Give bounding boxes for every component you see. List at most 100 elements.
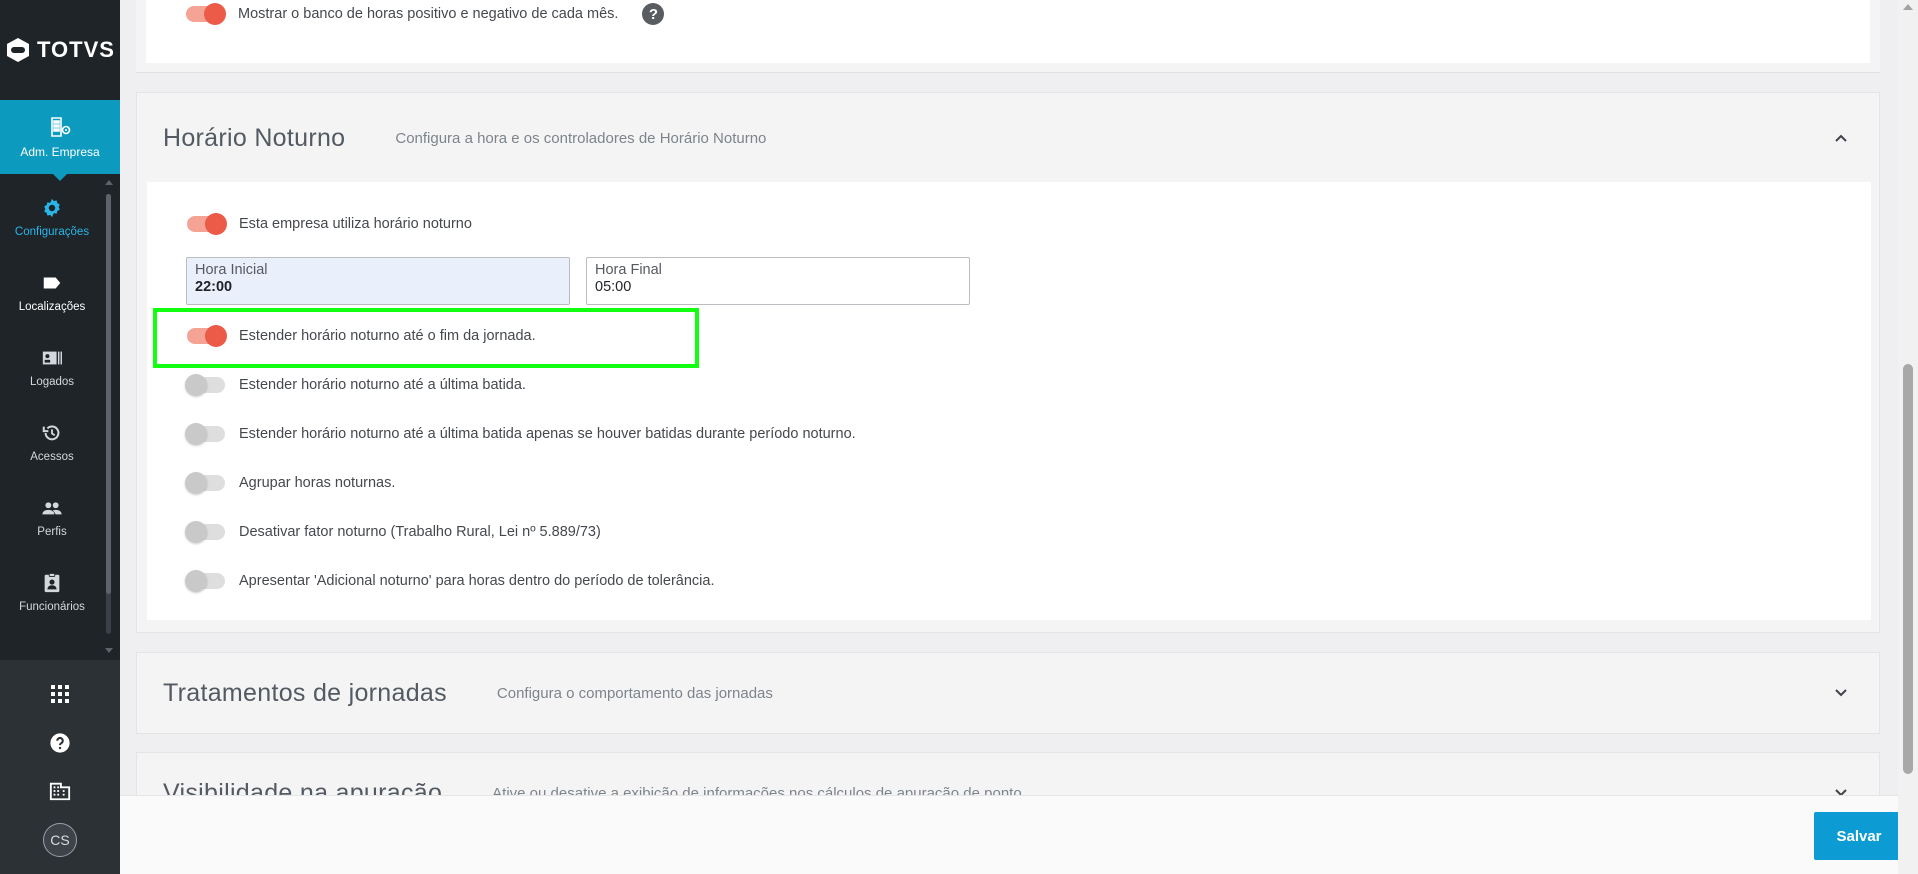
sidebar-item-localizacoes[interactable]: Localizações bbox=[0, 255, 104, 330]
hora-inicial-input[interactable] bbox=[195, 279, 561, 295]
sidebar-item-acessos[interactable]: Acessos bbox=[0, 405, 104, 480]
scroll-down-arrow-icon[interactable] bbox=[105, 648, 113, 653]
toggle-switch[interactable] bbox=[185, 521, 225, 543]
option-label: Apresentar 'Adicional noturno' para hora… bbox=[239, 573, 715, 589]
sidebar-item-label: Funcionários bbox=[19, 601, 85, 613]
section-body: Esta empresa utiliza horário noturno Hor… bbox=[147, 182, 1871, 620]
section-header[interactable]: Horário Noturno Configura a hora e os co… bbox=[137, 93, 1879, 183]
apps-grid-icon bbox=[51, 685, 69, 703]
option-row: Estender horário noturno até a última ba… bbox=[185, 374, 526, 396]
section-subtitle: Ative ou desative a exibição de informaç… bbox=[492, 784, 1022, 796]
company-button[interactable] bbox=[0, 780, 120, 802]
option-row: Desativar fator noturno (Trabalho Rural,… bbox=[185, 521, 601, 543]
sidebar-item-label: Perfis bbox=[37, 526, 67, 538]
people-icon bbox=[42, 502, 62, 515]
totvs-logo-icon bbox=[7, 38, 30, 62]
section-header[interactable]: Visibilidade na apuração Ative ou desati… bbox=[137, 753, 1879, 795]
toggle-switch[interactable] bbox=[187, 325, 227, 347]
sidebar-item-label: Acessos bbox=[30, 451, 74, 463]
section-horario-noturno: Horário Noturno Configura a hora e os co… bbox=[136, 92, 1880, 633]
toggle-knob bbox=[185, 374, 207, 396]
sidebar: TOTVS Adm. Empresa Configurações Localiz… bbox=[0, 0, 120, 874]
option-label: Estender horário noturno até o fim da jo… bbox=[239, 328, 536, 344]
user-menu[interactable]: CS bbox=[0, 823, 120, 857]
toggle-knob bbox=[185, 423, 207, 445]
section-tratamentos-jornadas: Tratamentos de jornadas Configura o comp… bbox=[136, 652, 1880, 734]
option-label: Esta empresa utiliza horário noturno bbox=[239, 216, 472, 232]
toggle-switch[interactable] bbox=[185, 423, 225, 445]
section-header[interactable]: Tratamentos de jornadas Configura o comp… bbox=[137, 653, 1879, 733]
hora-final-field[interactable]: Hora Final bbox=[586, 257, 970, 305]
scroll-thumb[interactable] bbox=[1903, 364, 1913, 774]
main-content: Mostrar o banco de horas positivo e nega… bbox=[120, 0, 1898, 795]
sidebar-item-logados[interactable]: Logados bbox=[0, 330, 104, 405]
option-row: Estender horário noturno até a última ba… bbox=[185, 423, 856, 445]
option-row: Estender horário noturno até o fim da jo… bbox=[187, 325, 536, 347]
chevron-down-icon[interactable] bbox=[1833, 785, 1849, 795]
toggle-switch[interactable] bbox=[185, 374, 225, 396]
scroll-thumb[interactable] bbox=[106, 194, 111, 594]
section-visibilidade-apuracao: Visibilidade na apuração Ative ou desati… bbox=[136, 752, 1880, 795]
toggle-switch[interactable] bbox=[185, 570, 225, 592]
sidebar-item-label: Localizações bbox=[18, 301, 86, 313]
option-row: Apresentar 'Adicional noturno' para hora… bbox=[185, 570, 715, 592]
option-row: Agrupar horas noturnas. bbox=[185, 472, 396, 494]
field-label: Hora Inicial bbox=[195, 262, 268, 278]
help-question-icon[interactable]: ? bbox=[642, 3, 665, 25]
toggle-switch[interactable] bbox=[185, 472, 225, 494]
page-scrollbar[interactable] bbox=[1898, 0, 1918, 874]
toggle-switch[interactable] bbox=[186, 3, 226, 25]
section-subtitle: Configura o comportamento das jornadas bbox=[496, 684, 773, 702]
sidebar-item-funcionarios[interactable]: Funcionários bbox=[0, 555, 104, 630]
sidebar-item-label: Logados bbox=[29, 376, 75, 388]
section-subtitle: Configura a hora e os controladores de H… bbox=[395, 129, 767, 147]
sidebar-item-label: Configurações bbox=[14, 226, 90, 238]
field-label: Hora Final bbox=[595, 262, 662, 278]
scroll-up-arrow-icon[interactable] bbox=[105, 180, 113, 185]
help-circle-icon bbox=[50, 733, 70, 753]
badge-icon bbox=[44, 572, 60, 593]
section-title: Tratamentos de jornadas bbox=[163, 678, 447, 707]
apps-button[interactable] bbox=[0, 685, 120, 703]
hora-final-input[interactable] bbox=[595, 279, 961, 295]
help-button[interactable] bbox=[0, 732, 120, 754]
toggle-switch[interactable] bbox=[187, 213, 227, 235]
totvs-logo[interactable]: TOTVS bbox=[0, 0, 120, 100]
toggle-knob bbox=[204, 3, 226, 25]
section-title: Visibilidade na apuração bbox=[163, 778, 443, 796]
toggle-knob bbox=[205, 213, 227, 235]
chevron-down-icon[interactable] bbox=[1833, 685, 1849, 701]
module-label: Adm. Empresa bbox=[20, 145, 100, 159]
option-row: Esta empresa utiliza horário noturno bbox=[187, 213, 472, 235]
avatar[interactable]: CS bbox=[43, 823, 77, 857]
sidebar-item-configuracoes[interactable]: Configurações bbox=[0, 180, 104, 255]
option-label: Mostrar o banco de horas positivo e nega… bbox=[238, 6, 619, 22]
scroll-up-arrow-icon[interactable] bbox=[1903, 4, 1913, 10]
footer-bar: Salvar bbox=[120, 795, 1918, 874]
tag-icon bbox=[43, 277, 61, 289]
option-label: Desativar fator noturno (Trabalho Rural,… bbox=[239, 524, 601, 540]
toggle-knob bbox=[205, 325, 227, 347]
option-label: Agrupar horas noturnas. bbox=[239, 475, 396, 491]
sidebar-bottom: CS bbox=[0, 660, 120, 874]
toggle-knob bbox=[185, 570, 207, 592]
company-admin-icon bbox=[51, 117, 71, 137]
gear-icon bbox=[44, 198, 60, 218]
option-label: Estender horário noturno até a última ba… bbox=[239, 426, 856, 442]
hora-inicial-field[interactable]: Hora Inicial bbox=[186, 257, 570, 305]
option-label: Estender horário noturno até a última ba… bbox=[239, 377, 526, 393]
option-row: Mostrar o banco de horas positivo e nega… bbox=[186, 3, 665, 25]
toggle-knob bbox=[185, 521, 207, 543]
section-title: Horário Noturno bbox=[163, 123, 346, 152]
history-icon bbox=[42, 425, 60, 441]
chevron-up-icon[interactable] bbox=[1833, 130, 1849, 146]
id-card-icon bbox=[42, 351, 62, 365]
toggle-knob bbox=[185, 472, 207, 494]
building-icon bbox=[49, 782, 71, 801]
sidebar-item-perfis[interactable]: Perfis bbox=[0, 480, 104, 555]
previous-section-body: Mostrar o banco de horas positivo e nega… bbox=[146, 0, 1870, 63]
brand-name: TOTVS bbox=[37, 37, 115, 62]
sidebar-scrollbar[interactable] bbox=[104, 180, 113, 655]
save-button[interactable]: Salvar bbox=[1814, 812, 1904, 860]
module-adm-empresa[interactable]: Adm. Empresa bbox=[0, 100, 120, 181]
